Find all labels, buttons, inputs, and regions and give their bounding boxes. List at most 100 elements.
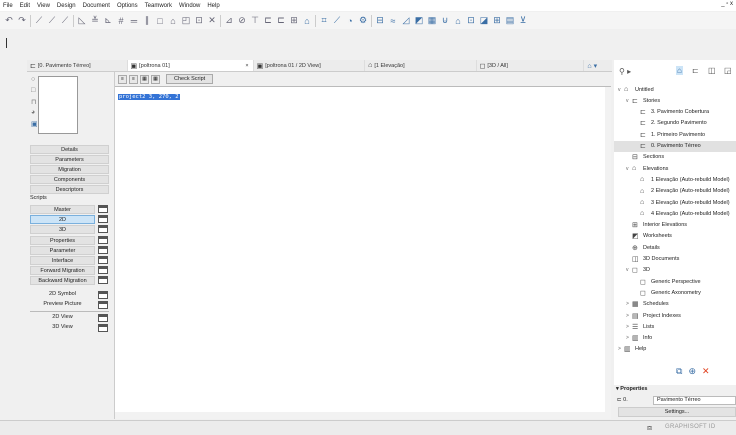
toolbar-tool-icon[interactable]: ⊾: [103, 15, 113, 26]
layout-book-icon[interactable]: ◫: [708, 66, 716, 75]
toolbar-tool-icon[interactable]: ↶: [4, 15, 14, 26]
toolbar-tool-icon[interactable]: ⟋: [60, 15, 70, 26]
toolbar-tool-icon[interactable]: ✕: [207, 15, 217, 26]
menu-edit[interactable]: Edit: [20, 3, 30, 9]
graphisoft-id-link[interactable]: GRAPHISOFT ID: [665, 424, 715, 430]
tree-item[interactable]: ⌂ 3 Elevação (Auto-rebuild Model): [614, 197, 736, 208]
view-map-icon[interactable]: ⊏: [692, 66, 699, 75]
horizontal-scrollbar[interactable]: [115, 412, 605, 419]
toolbar-tool-icon[interactable]: ⌂: [168, 16, 178, 26]
menu-file[interactable]: File: [3, 3, 13, 9]
outdent-icon[interactable]: ≡: [129, 74, 138, 84]
toolbar-tool-icon[interactable]: ▦: [427, 15, 437, 26]
tree-item[interactable]: > ▤ Project Indexes: [614, 310, 736, 321]
toolbar-tool-icon[interactable]: ⟋: [332, 15, 342, 26]
toolbar-tool-icon[interactable]: □: [155, 16, 165, 26]
open-in-window-icon[interactable]: [98, 276, 108, 285]
toolbar-tool-icon[interactable]: ⊘: [237, 15, 247, 26]
script-properties-button[interactable]: Properties: [30, 235, 95, 245]
open-in-window-icon[interactable]: [98, 301, 108, 309]
publisher-sets-icon[interactable]: ◲: [724, 66, 732, 75]
script-parameter-button[interactable]: Parameter: [30, 245, 95, 255]
3d-view-item[interactable]: 3D View: [30, 324, 95, 330]
section-migration-button[interactable]: Migration: [30, 165, 109, 174]
menu-options[interactable]: Options: [117, 3, 138, 9]
tree-item[interactable]: ⊏ 1. Primeiro Pavimento: [614, 129, 736, 140]
2d-symbol-item[interactable]: 2D Symbol: [30, 291, 95, 297]
toolbar-tool-icon[interactable]: ⊻: [518, 15, 528, 26]
toolbar-tool-icon[interactable]: ◿: [401, 15, 411, 26]
tree-item[interactable]: ⊞ Interior Elevations: [614, 220, 736, 231]
tree-item[interactable]: v ◻ 3D: [614, 265, 736, 276]
toolbar-tool-icon[interactable]: ⊿: [224, 15, 234, 26]
script-forward-migration-button[interactable]: Forward Migration: [30, 266, 95, 276]
preview-picture-item[interactable]: Preview Picture: [30, 301, 95, 307]
tree-item[interactable]: > ▥ Info: [614, 333, 736, 344]
open-in-window-icon[interactable]: [98, 245, 108, 254]
script-interface-button[interactable]: Interface: [30, 256, 95, 265]
open-view-icon[interactable]: ⧉: [676, 366, 682, 377]
check-script-button[interactable]: Check Script: [166, 74, 214, 84]
navigator-menu-icon[interactable]: ⚲ ▸: [619, 67, 631, 76]
window-icon[interactable]: ⧈: [647, 423, 652, 433]
toolbar-tool-icon[interactable]: ⊞: [289, 15, 299, 26]
tree-item[interactable]: ◫ 3D Documents: [614, 254, 736, 265]
close-tab-icon[interactable]: ×: [245, 63, 248, 69]
window-controls[interactable]: _ ▫ x: [721, 1, 733, 7]
square-icon[interactable]: □: [31, 87, 35, 94]
script-3d-button[interactable]: 3D: [30, 225, 95, 235]
settings-button[interactable]: Settings...: [618, 407, 736, 417]
toolbar-tool-icon[interactable]: ⌗: [319, 15, 329, 26]
toolbar-tool-icon[interactable]: #: [116, 16, 126, 26]
tree-item[interactable]: ◻ Generic Axonometry: [614, 287, 736, 298]
open-in-window-icon[interactable]: [98, 256, 108, 264]
section-parameters-button[interactable]: Parameters: [30, 155, 109, 164]
open-in-window-icon[interactable]: [98, 205, 108, 213]
toolbar-tool-icon[interactable]: ⊍: [440, 15, 450, 26]
toolbar-tool-icon[interactable]: ∥: [142, 15, 152, 26]
open-in-window-icon[interactable]: [98, 215, 108, 224]
tree-item[interactable]: ⊏ 0. Pavimento Térreo: [614, 140, 736, 152]
2d-view-item[interactable]: 2D View: [30, 314, 95, 320]
tree-item[interactable]: > ▥ Help: [614, 344, 736, 355]
toolbar-tool-icon[interactable]: ⊤: [250, 15, 260, 26]
menu-design[interactable]: Design: [57, 3, 76, 9]
vertical-scrollbar[interactable]: [605, 87, 611, 419]
script-backward-migration-button[interactable]: Backward Migration: [30, 276, 95, 286]
tab-1[interactable]: ▣ [poltrona 01] ×: [127, 60, 254, 71]
view-switch-button[interactable]: ⌂ ▾: [584, 60, 612, 71]
toolbar-tool-icon[interactable]: ◔: [345, 16, 355, 26]
plan-icon[interactable]: ⊓: [31, 98, 36, 106]
toolbar-tool-icon[interactable]: ═: [129, 16, 139, 26]
toolbar-tool-icon[interactable]: ≚: [90, 15, 100, 26]
tree-item[interactable]: ⌂ 4 Elevação (Auto-rebuild Model): [614, 208, 736, 219]
toolbar-tool-icon[interactable]: ◪: [479, 15, 489, 26]
info-box-handle[interactable]: [6, 38, 7, 48]
toolbar-tool-icon[interactable]: ⟋: [34, 15, 44, 26]
open-in-window-icon[interactable]: [98, 266, 108, 275]
menu-teamwork[interactable]: Teamwork: [145, 3, 172, 9]
project-map-icon[interactable]: ⌂: [676, 66, 683, 75]
tree-item[interactable]: v ⌂ Untitled: [614, 84, 736, 95]
section-components-button[interactable]: Components: [30, 175, 109, 184]
toolbar-tool-icon[interactable]: ↷: [17, 15, 27, 26]
properties-name-field[interactable]: Pavimento Térreo: [653, 396, 736, 405]
toolbar-tool-icon[interactable]: ⊡: [466, 15, 476, 26]
toolbar-tool-icon[interactable]: ⊞: [492, 15, 502, 26]
toolbar-tool-icon[interactable]: ⊡: [194, 15, 204, 26]
toolbar-tool-icon[interactable]: ⊏: [263, 15, 273, 26]
toolbar-tool-icon[interactable]: ⊟: [375, 15, 385, 26]
tree-item[interactable]: ⌂ 2 Elevação (Auto-rebuild Model): [614, 186, 736, 197]
toolbar-tool-icon[interactable]: ◺: [77, 15, 87, 26]
tree-item[interactable]: ⊏ 2. Segundo Pavimento: [614, 118, 736, 129]
open-in-window-icon[interactable]: [98, 324, 108, 332]
tree-item[interactable]: ⌂ 1 Elevação (Auto-rebuild Model): [614, 174, 736, 185]
new-view-icon[interactable]: ⊕: [688, 366, 696, 377]
open-in-window-icon[interactable]: [98, 235, 108, 244]
tab-3[interactable]: ⌂ [1 Elevação]: [365, 60, 477, 71]
tab-0[interactable]: ⊏ [0. Pavimento Térreo]: [27, 60, 128, 71]
sphere-icon[interactable]: ◕: [31, 109, 35, 116]
script-code-line[interactable]: project2 3, 270, 2: [118, 94, 180, 100]
tree-item[interactable]: ⊏ 3. Pavimento Cobertura: [614, 107, 736, 118]
tree-item[interactable]: ◻ Generic Perspective: [614, 276, 736, 287]
